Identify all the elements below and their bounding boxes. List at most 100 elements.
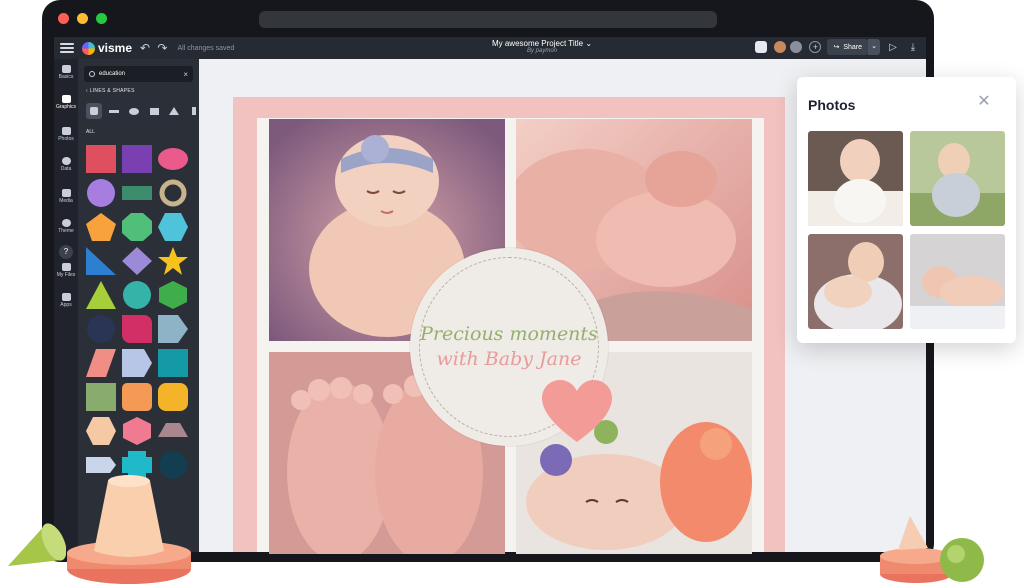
- shape-arrow-pentagon-pale[interactable]: [122, 349, 152, 377]
- photo-thumbnail[interactable]: [808, 131, 903, 226]
- sidebar-item-label: Media: [59, 198, 73, 204]
- sidebar-item-label: Data: [60, 166, 72, 172]
- photo-thumbnail[interactable]: [910, 234, 1005, 329]
- shape-ring-tan[interactable]: [158, 179, 188, 207]
- graphics-icon: [61, 95, 71, 103]
- basics-icon: [61, 65, 71, 73]
- shape-square-red[interactable]: [86, 145, 116, 173]
- project-title[interactable]: My awesome Project Title: [492, 39, 583, 48]
- shape-circle-teal[interactable]: [122, 281, 152, 309]
- shape-parallelogram-salmon[interactable]: [86, 349, 116, 377]
- filter-ellipse-button[interactable]: [126, 103, 142, 119]
- share-button[interactable]: ↪ Share: [827, 39, 868, 55]
- filter-rectangle-button[interactable]: [146, 103, 162, 119]
- sidebar-item-media[interactable]: Media: [54, 189, 78, 204]
- close-icon[interactable]: ✕: [975, 93, 993, 111]
- photo-thumbnail[interactable]: [808, 234, 903, 329]
- search-input[interactable]: education ×: [84, 66, 193, 82]
- shape-star-yellow[interactable]: [158, 247, 188, 275]
- sidebar-item-label: Photos: [58, 136, 74, 142]
- shape-square-purple[interactable]: [122, 145, 152, 173]
- shape-square-teal[interactable]: [158, 349, 188, 377]
- logo-icon: [82, 41, 95, 55]
- close-window-button[interactable]: [58, 13, 69, 24]
- shape-square-olive[interactable]: [86, 383, 116, 411]
- filter-triangle-button[interactable]: [166, 103, 182, 119]
- shape-ellipse-pink[interactable]: [158, 145, 188, 173]
- window-controls: [58, 13, 107, 24]
- shape-filter-row: [86, 103, 202, 119]
- menu-icon[interactable]: [60, 43, 74, 53]
- shape-leaf-crimson[interactable]: [122, 315, 152, 343]
- sidebar-item-my-files[interactable]: My Files: [54, 263, 78, 278]
- project-byline: By paymon: [526, 48, 557, 54]
- shape-rounded-orange[interactable]: [122, 383, 152, 411]
- sidebar-item-theme[interactable]: Theme: [54, 219, 78, 234]
- sidebar-item-data[interactable]: Data: [54, 157, 78, 172]
- shape-pentagon-orange[interactable]: [86, 213, 116, 241]
- sidebar-item-label: Basics: [58, 74, 74, 80]
- download-icon[interactable]: ⤓: [906, 42, 920, 53]
- sidebar-item-graphics[interactable]: Graphics: [54, 95, 78, 110]
- address-bar[interactable]: [259, 11, 717, 28]
- shape-octagon-green[interactable]: [122, 213, 152, 241]
- sidebar-item-label: Apps: [60, 302, 72, 308]
- photos-icon: [61, 127, 71, 135]
- shape-hexagon-rose[interactable]: [122, 417, 152, 445]
- add-collaborator-button[interactable]: +: [809, 41, 822, 53]
- play-icon[interactable]: ▷: [886, 42, 900, 53]
- undo-redo-buttons[interactable]: ↶ ↷: [140, 41, 169, 55]
- my-files-icon: [61, 263, 71, 271]
- brand-logo[interactable]: visme: [82, 41, 132, 55]
- shape-right-triangle-blue[interactable]: [86, 247, 116, 275]
- chevron-down-icon[interactable]: ⌄: [585, 39, 592, 48]
- breadcrumb[interactable]: ‹ LINES & SHAPES: [86, 88, 135, 94]
- shape-pentagon-slate[interactable]: [158, 315, 188, 343]
- search-value[interactable]: education: [99, 71, 179, 77]
- data-icon: [61, 157, 71, 165]
- maximize-window-button[interactable]: [96, 13, 107, 24]
- app-screenshot: visme ↶ ↷ All changes saved My awesome P…: [0, 0, 1024, 586]
- minimize-window-button[interactable]: [77, 13, 88, 24]
- share-icon: ↪: [833, 44, 840, 51]
- avatar[interactable]: [773, 40, 788, 54]
- media-icon: [61, 189, 71, 197]
- sidebar-item-basics[interactable]: Basics: [54, 65, 78, 80]
- photos-popup: Photos ✕: [797, 77, 1016, 343]
- green-cone-decoration: [8, 523, 66, 566]
- sidebar-item-label: Graphics: [55, 104, 76, 110]
- shape-hexagon-cyan[interactable]: [158, 213, 188, 241]
- comments-icon[interactable]: [755, 41, 768, 53]
- share-options-button[interactable]: ⌄: [868, 39, 880, 55]
- shape-trapezoid-mauve[interactable]: [158, 417, 188, 445]
- sidebar-item-apps[interactable]: Apps: [54, 293, 78, 308]
- badge-title-line1[interactable]: Precious moments: [410, 323, 608, 345]
- sidebar-item-photos[interactable]: Photos: [54, 127, 78, 142]
- theme-icon: [61, 219, 71, 227]
- project-title-area[interactable]: My awesome Project Title ⌄ By paymon: [442, 39, 642, 54]
- sidebar-item-label: Theme: [58, 228, 74, 234]
- shape-circle-lavender[interactable]: [86, 179, 116, 207]
- share-label: Share: [843, 43, 862, 51]
- shape-diamond-lilac[interactable]: [122, 247, 152, 275]
- heart-icon[interactable]: [542, 380, 612, 444]
- shape-squircle-amber[interactable]: [158, 383, 188, 411]
- shape-triangle-lime[interactable]: [86, 281, 116, 309]
- shape-rect-green[interactable]: [122, 179, 152, 207]
- photo-thumbnail[interactable]: [910, 131, 1005, 226]
- popup-title: Photos: [808, 97, 856, 113]
- badge-title-line2[interactable]: with Baby Jane: [410, 348, 608, 370]
- search-icon: [89, 71, 95, 77]
- shape-hexagon-green[interactable]: [158, 281, 188, 309]
- shape-circle-navy[interactable]: [86, 315, 116, 343]
- avatar[interactable]: [789, 40, 804, 54]
- shape-hexagon-peach[interactable]: [86, 417, 116, 445]
- save-status: All changes saved: [177, 44, 235, 52]
- filter-lines-button[interactable]: [106, 103, 122, 119]
- clear-search-icon[interactable]: ×: [183, 70, 188, 79]
- app-topbar: visme ↶ ↷ All changes saved My awesome P…: [54, 37, 926, 59]
- help-button[interactable]: ?: [59, 245, 73, 259]
- pedestal-decoration: [880, 516, 984, 583]
- filter-all-button[interactable]: [86, 103, 102, 119]
- section-label: ALL: [86, 129, 95, 135]
